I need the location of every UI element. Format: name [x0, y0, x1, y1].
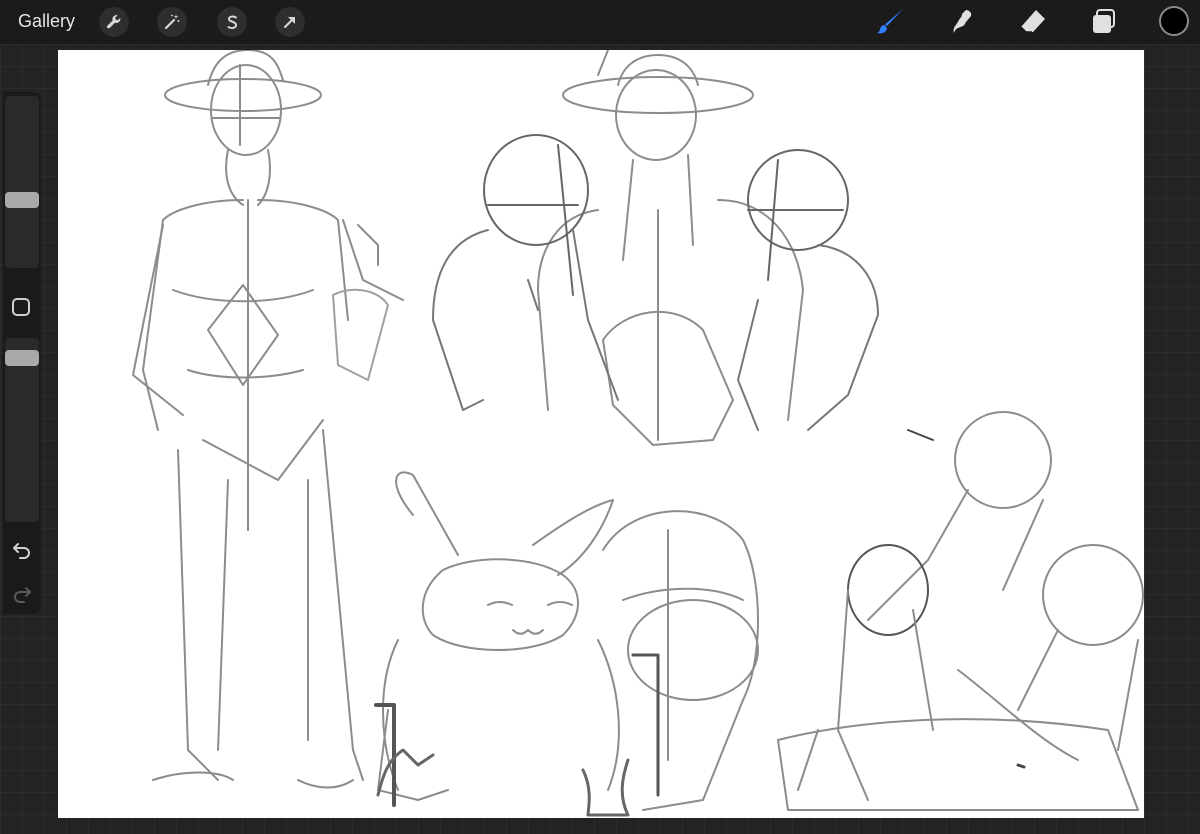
layers-tool-button[interactable]	[1088, 6, 1120, 38]
group-figures-sketch	[432, 50, 879, 446]
color-picker-button[interactable]	[1159, 6, 1189, 36]
eraser-icon	[1020, 10, 1045, 33]
smudge-tool-button[interactable]	[946, 6, 978, 38]
drawing-canvas[interactable]	[58, 50, 1144, 818]
wrench-icon	[107, 15, 121, 29]
eraser-tool-button[interactable]	[1017, 6, 1049, 38]
sketch-artwork	[132, 50, 1144, 817]
smudge-icon	[953, 10, 972, 33]
layers-icon	[1093, 9, 1115, 33]
left-sidebar	[3, 92, 41, 614]
brush-size-slider[interactable]	[5, 96, 39, 268]
actions-button[interactable]	[99, 7, 129, 37]
undo-button[interactable]	[11, 538, 33, 560]
selection-button[interactable]	[217, 7, 247, 37]
magic-wand-icon	[164, 14, 180, 30]
adjustments-button[interactable]	[157, 7, 187, 37]
selection-s-icon	[227, 15, 238, 29]
redo-icon	[14, 587, 31, 603]
redo-button[interactable]	[11, 582, 33, 604]
undo-icon	[13, 543, 30, 559]
brush-tool-button[interactable]	[874, 6, 906, 38]
top-toolbar: Gallery	[0, 0, 1200, 44]
opacity-slider[interactable]	[5, 338, 39, 522]
standing-figure-sketch	[132, 50, 404, 789]
brush-icon	[877, 9, 903, 34]
opacity-knob[interactable]	[5, 350, 39, 366]
transform-arrow-icon	[284, 17, 295, 28]
leaning-figures-sketch	[777, 411, 1144, 811]
modify-square-button[interactable]	[12, 298, 30, 316]
gallery-button[interactable]: Gallery	[18, 11, 75, 32]
transform-button[interactable]	[275, 7, 305, 37]
brush-size-knob[interactable]	[5, 192, 39, 208]
creature-and-head-sketch	[374, 471, 759, 817]
